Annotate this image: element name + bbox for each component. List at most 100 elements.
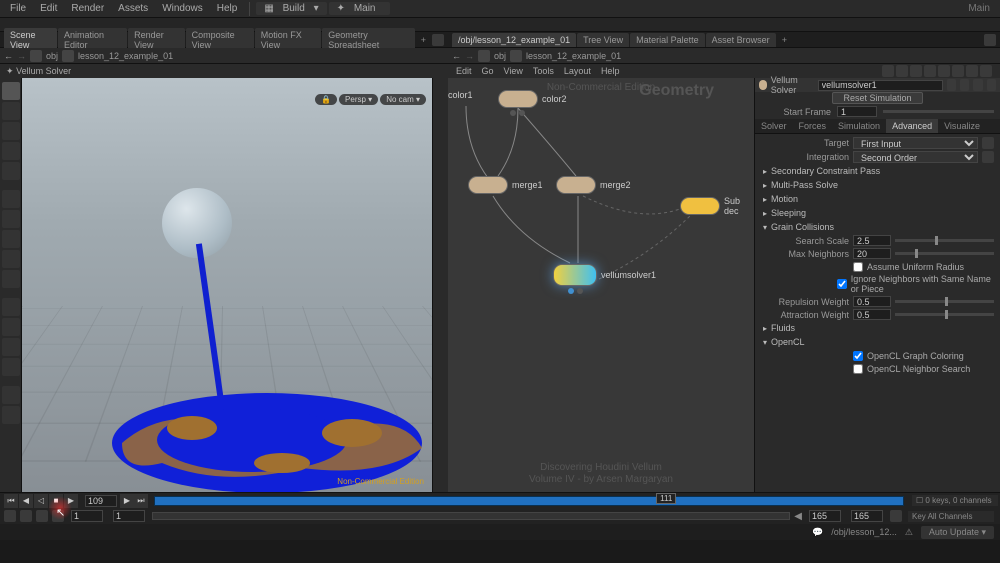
- tl-opt1-icon[interactable]: [4, 510, 16, 522]
- integration-dropdown[interactable]: Second Order: [853, 151, 978, 163]
- tl-realtime-icon[interactable]: [36, 510, 48, 522]
- net-node-icon[interactable]: [510, 50, 522, 62]
- goto-start-button[interactable]: ⏮: [4, 494, 18, 508]
- net-path-obj[interactable]: obj: [494, 51, 506, 61]
- repulsion-input[interactable]: [853, 296, 891, 307]
- node-merge2[interactable]: merge2: [556, 176, 631, 194]
- netmenu-view[interactable]: View: [500, 65, 527, 77]
- integration-spin-icon[interactable]: [982, 151, 994, 163]
- param-tab-forces[interactable]: Forces: [793, 119, 833, 133]
- tl-lock-icon[interactable]: [890, 510, 902, 522]
- node-decon[interactable]: Sub dec: [680, 196, 740, 216]
- netmenu-go[interactable]: Go: [478, 65, 498, 77]
- repulsion-slider[interactable]: [895, 300, 994, 303]
- auto-update-dropdown[interactable]: Auto Update ▾: [921, 526, 994, 539]
- range-end-input[interactable]: [809, 510, 841, 522]
- vp-persp-dropdown[interactable]: Persp ▾: [339, 94, 378, 105]
- param-search-icon[interactable]: [973, 79, 982, 91]
- netmenu-tools[interactable]: Tools: [529, 65, 558, 77]
- netmenu-layout[interactable]: Layout: [560, 65, 595, 77]
- left-tab-add[interactable]: +: [416, 33, 431, 47]
- max-neighbors-slider[interactable]: [895, 252, 994, 255]
- viewport-3d[interactable]: 🔒 Persp ▾ No cam ▾: [22, 78, 432, 492]
- desktop-dropdown[interactable]: ▦ Build ▾: [256, 2, 326, 15]
- param-tab-visualize[interactable]: Visualize: [938, 119, 986, 133]
- section-opencl[interactable]: ▾OpenCL: [759, 335, 996, 349]
- tool-misc1-icon[interactable]: [2, 386, 20, 404]
- path-fwd-icon[interactable]: →: [17, 51, 26, 61]
- start-frame-slider[interactable]: [883, 110, 994, 113]
- left-pane-menu-icon[interactable]: [432, 34, 444, 46]
- net-tool4-icon[interactable]: [924, 65, 936, 77]
- status-chat-icon[interactable]: 💬: [812, 527, 823, 538]
- section-multipass[interactable]: ▸Multi-Pass Solve: [759, 178, 996, 192]
- param-gear-icon[interactable]: [947, 79, 956, 91]
- net-tool3-icon[interactable]: [910, 65, 922, 77]
- path-obj[interactable]: obj: [46, 51, 58, 61]
- start-frame-input[interactable]: [837, 106, 877, 117]
- search-scale-input[interactable]: [853, 235, 891, 246]
- step-fwd-button[interactable]: ▶: [120, 494, 134, 508]
- tool-snap2-icon[interactable]: [2, 210, 20, 228]
- path-node[interactable]: lesson_12_example_01: [78, 51, 173, 61]
- tool-misc2-icon[interactable]: [2, 406, 20, 424]
- node-color1[interactable]: color1: [448, 90, 473, 100]
- tool-rotate-icon[interactable]: [2, 142, 20, 160]
- tab-network-path[interactable]: /obj/lesson_12_example_01: [452, 33, 576, 47]
- node-vellumsolver[interactable]: vellumsolver1: [553, 264, 656, 286]
- net-tool2-icon[interactable]: [896, 65, 908, 77]
- right-pane-menu-icon[interactable]: [984, 34, 996, 46]
- tool-view3-icon[interactable]: [2, 338, 20, 356]
- param-tab-simulation[interactable]: Simulation: [832, 119, 886, 133]
- target-spin-icon[interactable]: [982, 137, 994, 149]
- attraction-input[interactable]: [853, 309, 891, 320]
- key-all-button[interactable]: Key All Channels: [908, 511, 994, 522]
- menu-render[interactable]: Render: [65, 1, 110, 16]
- reset-simulation-button[interactable]: Reset Simulation: [832, 92, 922, 104]
- net-path-node[interactable]: lesson_12_example_01: [526, 51, 621, 61]
- section-fluids[interactable]: ▸Fluids: [759, 321, 996, 335]
- ignore-neighbors-checkbox[interactable]: [837, 279, 847, 289]
- net-tool7-icon[interactable]: [966, 65, 978, 77]
- stop-button[interactable]: ■: [49, 494, 63, 508]
- tab-asset-browser[interactable]: Asset Browser: [706, 33, 776, 47]
- section-grain[interactable]: ▾Grain Collisions: [759, 220, 996, 234]
- tool-view2-icon[interactable]: [2, 318, 20, 336]
- menu-edit[interactable]: Edit: [34, 1, 63, 16]
- assume-uniform-checkbox[interactable]: [853, 262, 863, 272]
- play-button[interactable]: ▶: [64, 494, 78, 508]
- menu-assets[interactable]: Assets: [112, 1, 154, 16]
- tool-move-icon[interactable]: [2, 122, 20, 140]
- path-back-icon[interactable]: ←: [4, 51, 13, 61]
- param-node-name-input[interactable]: [818, 80, 943, 91]
- tool-arrow-icon[interactable]: [2, 102, 20, 120]
- tab-material-palette[interactable]: Material Palette: [630, 33, 705, 47]
- param-help-icon[interactable]: [987, 79, 996, 91]
- tool-view1-icon[interactable]: [2, 298, 20, 316]
- path-node-icon[interactable]: [62, 50, 74, 62]
- search-scale-slider[interactable]: [895, 239, 994, 242]
- timeline-marker[interactable]: 111: [656, 493, 676, 504]
- param-tab-advanced[interactable]: Advanced: [886, 119, 938, 133]
- main-dropdown[interactable]: ✦ Main: [329, 2, 390, 15]
- range-eend-input[interactable]: [851, 510, 883, 522]
- step-back-button[interactable]: ◀: [19, 494, 33, 508]
- tool-snap-icon[interactable]: [2, 190, 20, 208]
- attraction-slider[interactable]: [895, 313, 994, 316]
- node-color2[interactable]: color2: [498, 90, 567, 108]
- max-neighbors-input[interactable]: [853, 248, 891, 259]
- node-graph[interactable]: Non-Commercial Edition Geometry color1: [448, 78, 754, 492]
- net-obj-icon[interactable]: [478, 50, 490, 62]
- tool-scale-icon[interactable]: [2, 162, 20, 180]
- status-warn-icon[interactable]: ⚠: [905, 527, 913, 538]
- netmenu-help[interactable]: Help: [597, 65, 624, 77]
- right-tab-add[interactable]: +: [777, 33, 792, 47]
- vp-lock-icon[interactable]: 🔒: [315, 94, 337, 105]
- timeline-track[interactable]: 111: [154, 496, 904, 506]
- net-back-icon[interactable]: ←: [452, 51, 461, 61]
- net-fwd-icon[interactable]: →: [465, 51, 474, 61]
- range-start-input[interactable]: [71, 510, 103, 522]
- opencl-graph-coloring-checkbox[interactable]: [853, 351, 863, 361]
- section-motion[interactable]: ▸Motion: [759, 192, 996, 206]
- netmenu-edit[interactable]: Edit: [452, 65, 476, 77]
